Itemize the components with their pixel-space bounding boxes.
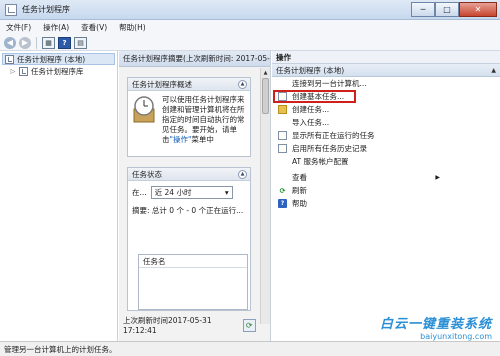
chevron-down-icon: ▾ — [224, 188, 229, 197]
action-show-running-tasks[interactable]: 显示所有正在运行的任务 — [272, 129, 500, 142]
actions-group-header[interactable]: 任务计划程序 (本地) ▲ — [272, 64, 500, 77]
close-button[interactable]: ✕ — [459, 2, 497, 17]
summary-header: 任务计划程序摘要(上次刷新时间: 2017-05-3 — [119, 51, 270, 67]
vertical-scrollbar[interactable]: ▲ — [260, 68, 270, 324]
clock-icon — [133, 96, 155, 123]
action-at-service-config[interactable]: AT 服务帐户配置 — [272, 155, 500, 168]
task-scheduler-icon — [5, 54, 14, 64]
action-import-task[interactable]: 导入任务... — [272, 116, 500, 129]
window-controls: ─ □ ✕ — [411, 2, 497, 17]
running-tasks-icon — [278, 131, 287, 140]
task-list[interactable]: 任务名 — [138, 254, 248, 310]
status-bar: 管理另一台计算机上的计划任务。 — [0, 341, 500, 356]
tree-item-label: 任务计划程序 (本地) — [17, 54, 86, 64]
watermark-url: baiyunxitong.com — [420, 332, 492, 341]
tree-item-task-library[interactable]: ▷ 任务计划程序库 — [0, 65, 117, 77]
help-icon: ? — [278, 199, 287, 208]
action-enable-history[interactable]: 启用所有任务历史记录 — [272, 142, 500, 155]
action-create-task[interactable]: 创建任务... — [272, 103, 500, 116]
menu-action[interactable]: 操作(A) — [37, 22, 75, 33]
minimize-button[interactable]: ─ — [411, 2, 435, 17]
period-dropdown[interactable]: 近 24 小时 ▾ — [150, 186, 233, 199]
maximize-button[interactable]: □ — [435, 2, 459, 17]
scroll-thumb[interactable] — [262, 78, 269, 114]
status-summary: 摘要: 总计 0 个 - 0 个正在运行... — [132, 206, 244, 215]
toolbar-separator — [36, 36, 37, 49]
blank-icon — [278, 79, 287, 88]
action-refresh[interactable]: ⟳ 刷新 — [272, 184, 500, 197]
menu-file[interactable]: 文件(F) — [0, 22, 37, 33]
watermark: 白云一键重装系统 baiyunxitong.com — [322, 313, 492, 341]
task-status-title: 任务状态 — [132, 169, 162, 179]
watermark-brand: 白云一键重装系统 — [379, 317, 492, 332]
period-label: 在... — [132, 188, 147, 197]
expand-arrow-icon[interactable]: ▷ — [10, 68, 16, 75]
show-hide-action-pane-icon[interactable]: ▤ — [74, 36, 87, 49]
tree-item-task-scheduler-local[interactable]: 任务计划程序 (本地) — [2, 53, 115, 65]
console-tree: 任务计划程序 (本地) ▷ 任务计划程序库 — [0, 51, 118, 341]
menu-help[interactable]: 帮助(H) — [113, 22, 152, 33]
task-scheduler-icon — [5, 3, 17, 16]
last-refresh-time: 上次刷新时间2017-05-31 17:12:41 — [123, 316, 212, 335]
overview-section-header[interactable]: 任务计划程序概述 ▲ — [128, 78, 250, 91]
scroll-up-icon[interactable]: ▲ — [261, 68, 270, 77]
actions-pane: 操作 任务计划程序 (本地) ▲ 连接到另一台计算机... 创建基本任务... … — [272, 51, 500, 341]
history-icon — [278, 144, 287, 153]
actions-link[interactable]: "操作" — [170, 135, 192, 144]
toolbar: ◀ ▶ ▦ ? ▤ — [0, 35, 500, 51]
summary-footer: 上次刷新时间2017-05-31 17:12:41 ⟳ — [119, 312, 260, 338]
action-create-basic-task[interactable]: 创建基本任务... — [272, 90, 500, 103]
menu-view[interactable]: 查看(V) — [75, 22, 113, 33]
actions-title: 操作 — [272, 51, 500, 64]
action-help[interactable]: ? 帮助 — [272, 197, 500, 210]
task-status-section: 任务状态 ▲ 在... 近 24 小时 ▾ 摘要: 总计 0 个 - 0 个正在… — [127, 167, 251, 311]
refresh-icon[interactable]: ⟳ — [242, 318, 256, 332]
overview-text: 可以使用任务计划程序来创建和管理计算机将在所指定的时间自动执行的常见任务。要开始… — [162, 95, 245, 144]
refresh-icon: ⟳ — [279, 186, 286, 195]
window-title: 任务计划程序 — [22, 5, 70, 14]
forward-arrow-icon[interactable]: ▶ — [19, 36, 31, 49]
folder-icon — [19, 66, 28, 76]
menu-bar: 文件(F) 操作(A) 查看(V) 帮助(H) — [0, 20, 500, 35]
summary-pane: 任务计划程序摘要(上次刷新时间: 2017-05-3 ▲ 任务计划程序概述 ▲ … — [119, 51, 271, 341]
blank-icon — [278, 118, 287, 127]
action-view[interactable]: 查看 ▶ — [272, 171, 500, 184]
help-icon[interactable]: ? — [58, 36, 71, 49]
collapse-icon[interactable]: ▲ — [238, 79, 247, 89]
blank-icon — [278, 157, 287, 166]
overview-title: 任务计划程序概述 — [132, 79, 192, 89]
tree-item-label: 任务计划程序库 — [31, 66, 84, 76]
back-arrow-icon[interactable]: ◀ — [4, 36, 16, 49]
overview-section: 任务计划程序概述 ▲ 可以使用任务计划程序来创建和管理计算机将在所指定的时间自动… — [127, 77, 251, 157]
action-connect-computer[interactable]: 连接到另一台计算机... — [272, 77, 500, 90]
show-hide-console-tree-icon[interactable]: ▦ — [42, 36, 55, 49]
task-status-header[interactable]: 任务状态 ▲ — [128, 168, 250, 181]
submenu-arrow-icon: ▶ — [435, 174, 440, 181]
create-task-icon — [278, 105, 287, 114]
task-name-column[interactable]: 任务名 — [139, 255, 247, 268]
collapse-arrow-icon[interactable]: ▲ — [491, 67, 496, 74]
collapse-icon[interactable]: ▲ — [238, 169, 247, 179]
title-bar: 任务计划程序 ─ □ ✕ — [0, 0, 500, 20]
blank-icon — [278, 173, 287, 182]
highlight-box — [273, 90, 356, 103]
